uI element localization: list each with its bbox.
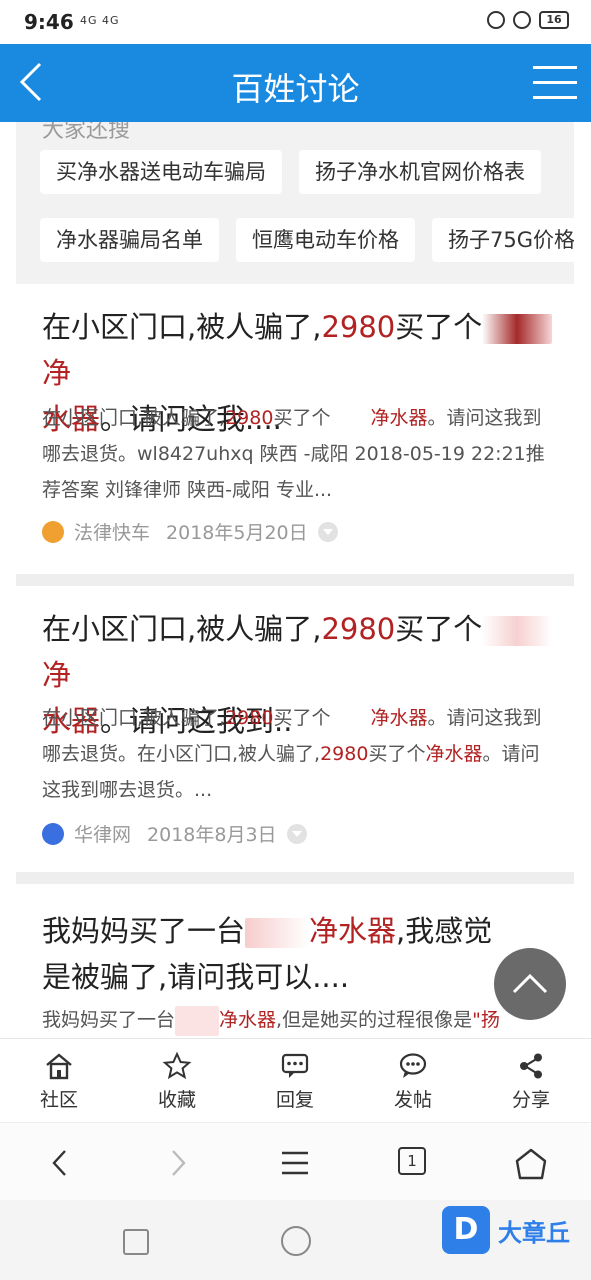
source-logo-icon [42,822,64,845]
reply-icon [281,1053,309,1078]
related-chip[interactable]: 买净水器送电动车骗局 [40,150,282,194]
app-header: 百姓讨论 [0,44,591,122]
browser-back-icon[interactable] [48,1147,72,1179]
tab-community[interactable]: 社区 [9,1051,109,1112]
tab-post[interactable]: 发帖 [363,1051,463,1112]
article-summary: 在小区门口,被人骗了,2980买了个 净水器。请问这我到哪去退货。wl8427uh… [42,407,545,501]
article-summary: 在小区门口,被人骗了,2980买了个 净水器。请问这我到哪去退货。在小区门口,被人… [42,707,542,801]
browser-home-icon[interactable] [514,1147,548,1181]
tab-label: 社区 [39,1089,78,1111]
related-chip[interactable]: 净水器骗局名单 [40,218,219,262]
article-card[interactable]: 我妈妈买了一台 净水器,我感觉是被骗了,请问我可以.... 我妈妈买了一台 净水器,… [16,884,574,1038]
tab-share[interactable]: 分享 [481,1051,581,1112]
article-source: 华律网 [74,824,132,846]
star-icon [162,1051,192,1080]
related-heading: 大家还搜 [42,122,131,143]
browser-menu-icon[interactable] [280,1147,310,1179]
tab-favorites[interactable]: 收藏 [127,1051,227,1112]
redacted-block [482,616,553,646]
menu-icon[interactable] [533,66,577,100]
related-searches: 大家还搜 买净水器送电动车骗局 扬子净水机官网价格表 净水器骗局名单 恒鹰电动车… [16,122,574,284]
watermark-logo: D [442,1206,490,1254]
watermark: D 大章丘 [442,1206,570,1254]
redacted-block [245,918,310,948]
browser-forward-icon[interactable] [166,1147,190,1179]
post-icon [399,1053,427,1078]
article-meta: 华律网 2018年8月3日 [42,820,307,847]
signal-indicator: 4G 4G [80,14,120,27]
watermark-text: 大章丘 [498,1218,570,1247]
status-time: 9:46 [24,10,74,34]
home-icon [46,1053,72,1080]
status-bar: 9:46 4G 4G 16 [0,0,591,44]
article-title[interactable]: 我妈妈买了一台 净水器,我感觉是被骗了,请问我可以.... [42,908,514,1000]
recent-apps-button[interactable] [123,1229,149,1255]
source-logo-icon [42,520,64,543]
home-button[interactable] [281,1226,311,1256]
share-icon [520,1053,542,1079]
tab-label: 发帖 [393,1089,432,1111]
divider [16,574,574,586]
related-chip[interactable]: 恒鹰电动车价格 [236,218,415,262]
bottom-tab-bar: 社区 收藏 回复 发帖 分享 [0,1038,591,1123]
article-date: 2018年8月3日 [147,824,277,846]
alarm-icon [513,11,531,29]
tab-label: 回复 [275,1089,314,1111]
battery-indicator: 16 [539,11,569,29]
article-card[interactable]: 在小区门口,被人骗了,2980买了个净 水器。请问这我.... 在小区门口,被人骗… [16,284,574,574]
article-meta: 法律快车 2018年5月20日 [42,518,338,545]
article-date: 2018年5月20日 [166,522,308,544]
article-summary: 我妈妈买了一台 净水器,但是她买的过程很像是"扬 [42,1002,550,1038]
related-chip[interactable]: 扬子75G价格 [432,218,574,262]
article-card[interactable]: 在小区门口,被人骗了,2980买了个净 水器。请问这我到.. 在小区门口,被人骗了… [16,586,574,872]
tab-reply[interactable]: 回复 [245,1051,345,1112]
dropdown-icon[interactable] [317,521,338,542]
scroll-top-button[interactable] [494,948,566,1020]
divider [16,872,574,884]
page-title: 百姓讨论 [231,70,360,108]
related-chip[interactable]: 扬子净水机官网价格表 [299,150,541,194]
dropdown-icon[interactable] [286,823,307,844]
tab-label: 收藏 [157,1089,196,1111]
tabs-count-button[interactable]: 1 [398,1147,426,1175]
chevron-up-icon [512,973,548,994]
redacted-block [482,314,553,344]
tab-label: 分享 [511,1089,550,1111]
browser-toolbar: 1 [0,1122,591,1201]
lock-icon [487,11,505,29]
article-source: 法律快车 [74,522,151,544]
